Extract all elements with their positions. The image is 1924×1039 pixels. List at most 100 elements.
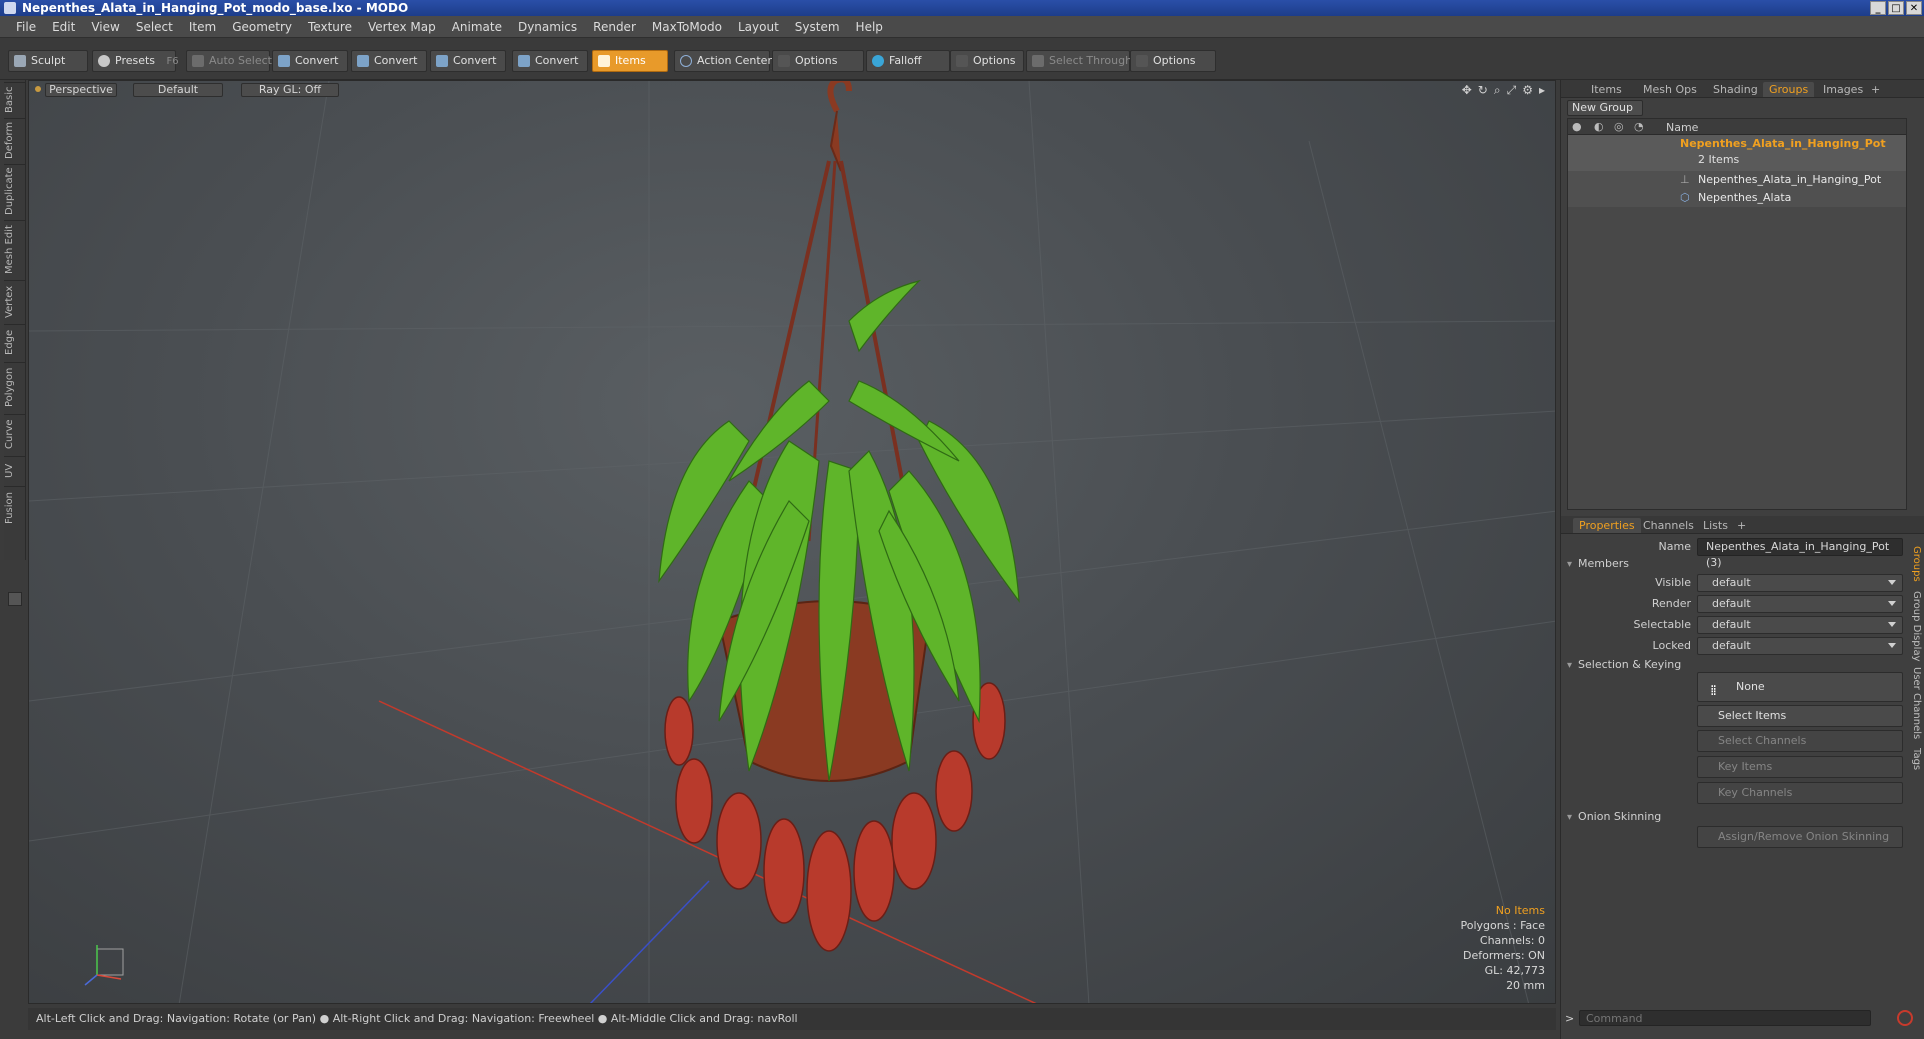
- falloff-options-button[interactable]: Options: [950, 50, 1024, 72]
- panel-toggle-icon[interactable]: [8, 592, 22, 606]
- select-items-button[interactable]: Select Items: [1697, 705, 1903, 727]
- menu-help[interactable]: Help: [848, 20, 891, 34]
- render-value: default: [1712, 597, 1751, 610]
- group-child-row[interactable]: ⊥ Nepenthes_Alata_in_Hanging_Pot: [1568, 171, 1906, 189]
- record-icon[interactable]: [1897, 1010, 1913, 1026]
- render-icon[interactable]: ◐: [1594, 120, 1604, 133]
- menu-maxtomodo[interactable]: MaxToModo: [644, 20, 730, 34]
- tab-duplicate[interactable]: Duplicate: [4, 164, 26, 218]
- minimize-button[interactable]: _: [1870, 1, 1886, 15]
- raygl-toggle[interactable]: Ray GL: Off: [241, 83, 339, 97]
- status-bar: Alt-Left Click and Drag: Navigation: Rot…: [28, 1008, 1556, 1030]
- command-prompt: >: [1565, 1012, 1575, 1025]
- fit-view-icon[interactable]: ⤢: [1507, 83, 1517, 98]
- sculpt-button[interactable]: Sculpt: [8, 50, 88, 72]
- menu-item[interactable]: Item: [181, 20, 224, 34]
- expand-arrow-icon[interactable]: ▸: [1539, 83, 1545, 98]
- select-icon[interactable]: ◎: [1614, 120, 1624, 133]
- convert-item-button[interactable]: Convert: [512, 50, 588, 72]
- onion-skinning-section[interactable]: Onion Skinning: [1567, 810, 1661, 823]
- settings-gear-icon[interactable]: ⚙: [1522, 83, 1533, 98]
- menu-view[interactable]: View: [83, 20, 127, 34]
- tab-curve[interactable]: Curve: [4, 414, 26, 454]
- convert-polygon-button[interactable]: Convert: [430, 50, 506, 72]
- add-tab-icon[interactable]: +: [1731, 518, 1752, 533]
- tab-groups[interactable]: Groups: [1763, 82, 1815, 97]
- side-tab-tags[interactable]: Tags: [1906, 744, 1922, 774]
- tab-fusion[interactable]: Fusion: [4, 486, 26, 530]
- action-center-button[interactable]: Action Center: [674, 50, 772, 72]
- selection-keying-section[interactable]: Selection & Keying: [1567, 658, 1681, 671]
- command-input[interactable]: [1579, 1010, 1871, 1026]
- 3d-viewport[interactable]: Perspective Default Ray GL: Off ✥ ↻ ⌕ ⤢ …: [28, 80, 1556, 1004]
- group-row[interactable]: Nepenthes_Alata_in_Hanging_Pot 2 Items: [1568, 135, 1906, 171]
- options-icon: [956, 55, 968, 67]
- convert-vertex-button[interactable]: Convert: [272, 50, 348, 72]
- select-channels-button[interactable]: Select Channels: [1697, 730, 1903, 752]
- key-channels-button[interactable]: Key Channels: [1697, 782, 1903, 804]
- menu-vertex-map[interactable]: Vertex Map: [360, 20, 444, 34]
- side-tab-group-display[interactable]: Group Display: [1906, 590, 1922, 662]
- auto-select-button[interactable]: Auto Select: [186, 50, 272, 72]
- none-button[interactable]: ⁞⁞ None: [1697, 672, 1903, 702]
- maximize-button[interactable]: □: [1888, 1, 1904, 15]
- menu-edit[interactable]: Edit: [44, 20, 83, 34]
- move-view-icon[interactable]: ✥: [1462, 83, 1472, 98]
- members-section[interactable]: Members: [1567, 557, 1629, 570]
- tab-shading[interactable]: Shading: [1707, 82, 1764, 97]
- visible-dropdown[interactable]: default: [1697, 574, 1903, 592]
- menu-texture[interactable]: Texture: [300, 20, 360, 34]
- shading-dropdown[interactable]: Default: [133, 83, 223, 97]
- convert-label: Convert: [535, 54, 579, 67]
- menu-file[interactable]: File: [8, 20, 44, 34]
- tab-deform[interactable]: Deform: [4, 118, 26, 162]
- new-group-button[interactable]: New Group: [1567, 100, 1643, 116]
- menu-geometry[interactable]: Geometry: [224, 20, 300, 34]
- menu-layout[interactable]: Layout: [730, 20, 787, 34]
- convert-edge-icon: [357, 55, 369, 67]
- rotate-view-icon[interactable]: ↻: [1478, 83, 1488, 98]
- tab-uv[interactable]: UV: [4, 456, 26, 484]
- side-tab-user-channels[interactable]: User Channels: [1906, 666, 1922, 740]
- tab-lists[interactable]: Lists: [1697, 518, 1734, 533]
- action-center-options-button[interactable]: Options: [772, 50, 864, 72]
- select-through-options-button[interactable]: Options: [1130, 50, 1216, 72]
- lock-icon[interactable]: ◔: [1634, 120, 1644, 133]
- tab-basic[interactable]: Basic: [4, 82, 26, 116]
- group-child-row[interactable]: ⬡ Nepenthes_Alata: [1568, 189, 1906, 207]
- locked-dropdown[interactable]: default: [1697, 637, 1903, 655]
- side-tab-groups[interactable]: Groups: [1906, 542, 1922, 586]
- menu-animate[interactable]: Animate: [444, 20, 510, 34]
- menu-system[interactable]: System: [787, 20, 848, 34]
- items-mode-button[interactable]: Items: [592, 50, 668, 72]
- tab-vertex[interactable]: Vertex: [4, 280, 26, 322]
- add-tab-icon[interactable]: +: [1865, 82, 1886, 97]
- menu-render[interactable]: Render: [585, 20, 644, 34]
- menu-select[interactable]: Select: [128, 20, 181, 34]
- name-field[interactable]: Nepenthes_Alata_in_Hanging_Pot (3): [1697, 538, 1903, 569]
- tab-mesh-edit[interactable]: Mesh Edit: [4, 220, 26, 278]
- select-through-button[interactable]: Select Through: [1026, 50, 1132, 72]
- zoom-view-icon[interactable]: ⌕: [1494, 83, 1501, 98]
- falloff-button[interactable]: Falloff: [866, 50, 950, 72]
- view-mode-dropdown[interactable]: Perspective: [45, 83, 117, 97]
- close-button[interactable]: ✕: [1906, 1, 1922, 15]
- visibility-eye-icon[interactable]: ●: [1572, 120, 1582, 133]
- locator-icon: ⊥: [1680, 173, 1690, 186]
- tab-channels[interactable]: Channels: [1637, 518, 1700, 533]
- tab-polygon[interactable]: Polygon: [4, 362, 26, 412]
- tab-images[interactable]: Images: [1817, 82, 1869, 97]
- name-column-header: Name: [1666, 121, 1699, 134]
- convert-edge-button[interactable]: Convert: [351, 50, 427, 72]
- menu-dynamics[interactable]: Dynamics: [510, 20, 585, 34]
- presets-button[interactable]: Presets F6: [92, 50, 179, 72]
- tab-items[interactable]: Items: [1585, 82, 1628, 97]
- tab-edge[interactable]: Edge: [4, 324, 26, 360]
- tab-properties[interactable]: Properties: [1573, 518, 1641, 533]
- assign-onion-skinning-button[interactable]: Assign/Remove Onion Skinning: [1697, 826, 1903, 848]
- key-items-button[interactable]: Key Items: [1697, 756, 1903, 778]
- viewport-menu-icon[interactable]: [35, 86, 41, 92]
- render-dropdown[interactable]: default: [1697, 595, 1903, 613]
- tab-mesh-ops[interactable]: Mesh Ops: [1637, 82, 1703, 97]
- selectable-dropdown[interactable]: default: [1697, 616, 1903, 634]
